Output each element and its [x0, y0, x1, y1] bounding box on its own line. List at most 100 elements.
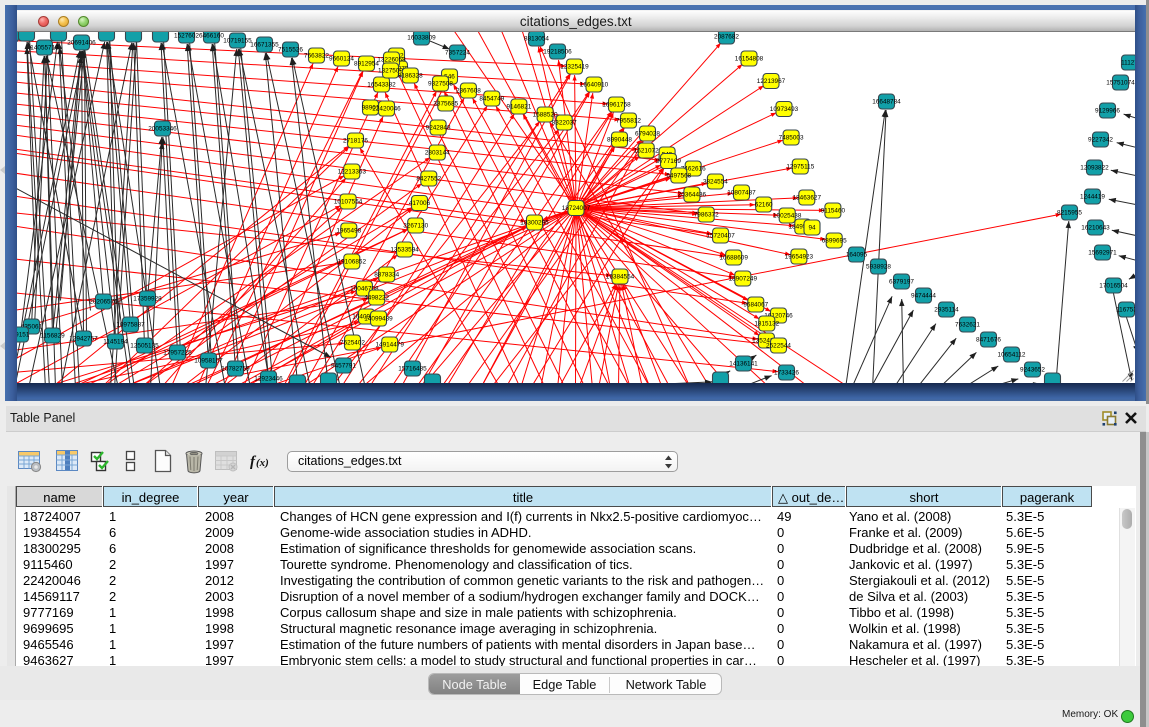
svg-text:16640910: 16640910: [579, 81, 608, 88]
svg-text:1588520: 1588520: [532, 111, 557, 118]
svg-text:17957225: 17957225: [163, 349, 192, 356]
svg-text:12942757: 12942757: [69, 335, 98, 342]
svg-text:1244419: 1244419: [1080, 193, 1105, 200]
svg-text:12923446: 12923446: [254, 375, 283, 382]
svg-text:6466160: 6466160: [199, 32, 224, 39]
svg-text:11127: 11127: [1121, 59, 1135, 66]
svg-text:3824554: 3824554: [702, 178, 727, 185]
svg-text:7515526: 7515526: [278, 46, 303, 53]
svg-text:16648784: 16648784: [872, 98, 901, 105]
svg-text:9129966: 9129966: [1095, 107, 1120, 114]
svg-text:9777169: 9777169: [656, 158, 681, 165]
svg-text:12213967: 12213967: [756, 78, 785, 85]
svg-text:15720407: 15720407: [706, 232, 735, 239]
svg-text:6379197: 6379197: [889, 278, 914, 285]
svg-text:10807487: 10807487: [727, 189, 756, 196]
svg-text:13533594: 13533594: [390, 246, 419, 253]
svg-text:20364436: 20364436: [677, 191, 706, 198]
svg-text:10719155: 10719155: [223, 37, 252, 44]
svg-text:16210643: 16210643: [1081, 224, 1110, 231]
svg-text:9660124: 9660124: [329, 55, 354, 62]
svg-text:5938928: 5938928: [866, 263, 891, 270]
svg-text:12975115: 12975115: [786, 163, 814, 170]
svg-text:10688609: 10688609: [719, 254, 748, 261]
svg-text:7357224: 7357224: [445, 49, 470, 56]
svg-text:19654923: 19654923: [784, 253, 813, 260]
svg-text:12093822: 12093822: [1080, 164, 1109, 171]
svg-text:15751074: 15751074: [1106, 79, 1135, 86]
svg-text:164095: 164095: [845, 251, 867, 258]
svg-text:10025438: 10025438: [772, 212, 801, 219]
svg-text:8912954: 8912954: [354, 60, 379, 67]
svg-text:9242848: 9242848: [425, 124, 450, 131]
svg-text:9457791: 9457791: [331, 362, 356, 369]
svg-text:15716485: 15716485: [398, 365, 427, 372]
svg-text:6497568: 6497568: [666, 172, 691, 179]
svg-text:19384554: 19384554: [605, 273, 634, 280]
svg-text:62160: 62160: [754, 201, 772, 208]
svg-text:8878334: 8878334: [374, 271, 399, 278]
svg-text:3375685: 3375685: [433, 100, 458, 107]
svg-text:2718176: 2718176: [343, 137, 368, 144]
svg-text:1145194: 1145194: [103, 338, 128, 345]
svg-text:12505135: 12505135: [130, 342, 159, 349]
svg-text:1621072: 1621072: [633, 147, 658, 154]
svg-text:10782759: 10782759: [221, 365, 250, 372]
svg-text:1733426: 1733426: [774, 369, 799, 376]
svg-text:2087682: 2087682: [714, 33, 739, 40]
svg-text:7625402: 7625402: [340, 339, 365, 346]
svg-text:12325419: 12325419: [560, 63, 589, 70]
svg-text:7986372: 7986372: [693, 211, 718, 218]
svg-text:8990448: 8990448: [607, 136, 632, 143]
svg-text:4498222: 4498222: [364, 294, 389, 301]
svg-text:10973493: 10973493: [769, 106, 798, 113]
svg-text:9243652: 9243652: [1020, 366, 1045, 373]
svg-text:6794028: 6794028: [635, 130, 660, 137]
svg-text:22420046: 22420046: [372, 105, 401, 112]
svg-text:417006: 417006: [408, 200, 430, 207]
svg-text:8322037: 8322037: [551, 119, 576, 126]
svg-text:18463627: 18463627: [792, 194, 821, 201]
svg-text:7632621: 7632621: [955, 321, 980, 328]
svg-text:18300295: 18300295: [520, 219, 549, 226]
svg-text:6899695: 6899695: [821, 237, 846, 244]
svg-text:8186328: 8186328: [397, 72, 422, 79]
svg-text:16033809: 16033809: [407, 34, 436, 41]
svg-text:19218506: 19218506: [543, 48, 572, 55]
svg-text:17359928: 17359928: [133, 295, 162, 302]
svg-text:(x): (x): [256, 457, 269, 469]
svg-text:7485003: 7485003: [778, 134, 803, 141]
svg-text:2935114: 2935114: [934, 306, 959, 313]
svg-text:9115460: 9115460: [820, 207, 845, 214]
svg-text:8427552: 8427552: [416, 175, 441, 182]
svg-text:14136141: 14136141: [729, 360, 758, 367]
svg-text:39151: 39151: [17, 331, 30, 338]
svg-text:15692971: 15692971: [1088, 249, 1117, 256]
svg-text:94: 94: [808, 224, 816, 231]
svg-text:7663822: 7663822: [304, 52, 329, 59]
svg-text:9227342: 9227342: [1088, 136, 1113, 143]
svg-text:20206576: 20206576: [89, 298, 118, 305]
svg-text:14055713: 14055713: [30, 44, 59, 51]
svg-text:1815132: 1815132: [754, 320, 779, 327]
svg-text:10975887: 10975887: [116, 321, 145, 328]
svg-text:116753: 116753: [1116, 306, 1135, 313]
svg-text:14099489: 14099489: [364, 315, 393, 322]
svg-text:8813054: 8813054: [524, 35, 549, 42]
svg-text:17016504: 17016504: [1099, 282, 1128, 289]
svg-text:7955812: 7955812: [616, 117, 641, 124]
svg-text:8454749: 8454749: [479, 95, 504, 102]
svg-text:8471676: 8471676: [976, 336, 1001, 343]
svg-text:1965498: 1965498: [336, 227, 361, 234]
svg-text:1156829: 1156829: [40, 332, 65, 339]
svg-text:18724007: 18724007: [561, 205, 590, 212]
svg-text:16154808: 16154808: [734, 55, 763, 62]
svg-text:18907249: 18907249: [728, 275, 757, 282]
svg-text:2803144: 2803144: [424, 149, 449, 156]
svg-text:9327508: 9327508: [428, 80, 453, 87]
svg-text:12213363: 12213363: [337, 168, 366, 175]
svg-text:2367608: 2367608: [455, 87, 480, 94]
svg-text:9146821: 9146821: [506, 103, 531, 110]
svg-text:1527602: 1527602: [174, 32, 199, 39]
svg-text:10958107: 10958107: [194, 357, 223, 364]
